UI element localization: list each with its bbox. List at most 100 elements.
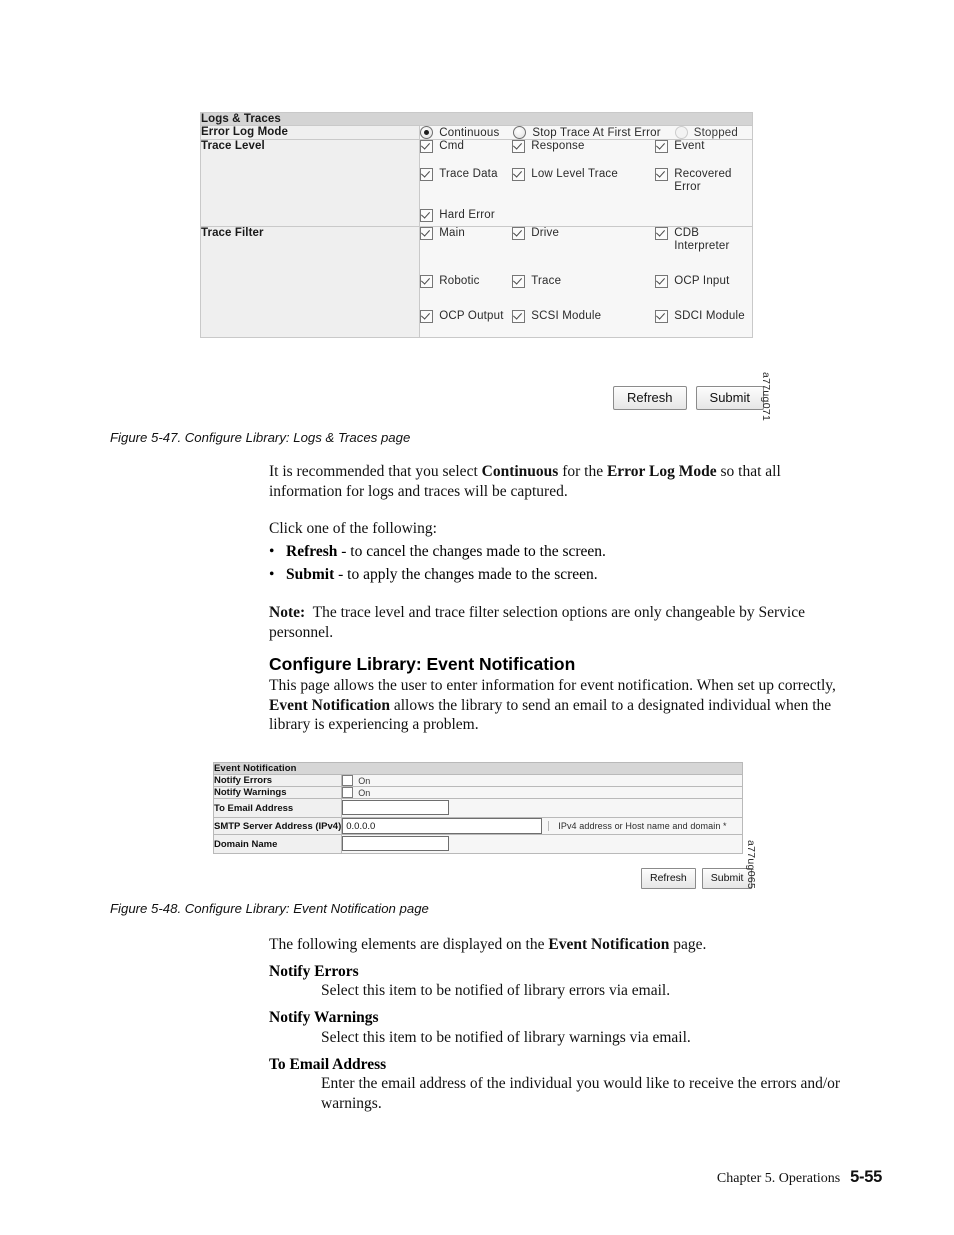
checkbox-item-sdci-module[interactable]: SDCI Module: [655, 310, 752, 323]
checkbox-item-recovered-error[interactable]: Recovered Error: [655, 168, 752, 194]
checkbox-item-low-level-trace[interactable]: Low Level Trace: [512, 168, 655, 194]
error-log-mode-field: Continuous Stop Trace At First Error Sto…: [419, 125, 753, 140]
checkbox-event-label: Event: [674, 140, 705, 152]
bullet-marker: •: [269, 566, 275, 583]
para-recommend-part2: for the: [558, 463, 607, 480]
panel-title: Logs & Traces: [200, 112, 753, 126]
panel-title: Event Notification: [213, 762, 743, 775]
checkbox-notify-warnings[interactable]: [342, 787, 354, 798]
checkbox-event[interactable]: [655, 140, 669, 153]
section-heading-event-notification: Configure Library: Event Notification: [269, 654, 576, 674]
bullet-item-refresh: • Refresh - to cancel the changes made to…: [269, 542, 606, 562]
checkbox-item-drive[interactable]: Drive: [512, 227, 655, 253]
checkbox-response-label: Response: [531, 140, 585, 152]
radio-stop-trace-at-first-error-label: Stop Trace At First Error: [532, 126, 661, 139]
submit-button-logs-traces[interactable]: Submit: [695, 386, 764, 410]
checkbox-trace-data[interactable]: [420, 168, 434, 181]
checkbox-ocp-output-label: OCP Output: [439, 310, 504, 322]
checkbox-main-label: Main: [439, 227, 465, 239]
definition-term-notify-errors: Notify Errors: [269, 963, 359, 980]
refresh-button-event-notification[interactable]: Refresh: [641, 868, 696, 889]
error-log-mode-radio-group: Continuous Stop Trace At First Error Sto…: [420, 126, 752, 139]
checkbox-low-level-trace[interactable]: [512, 168, 526, 181]
checkbox-response[interactable]: [512, 140, 526, 153]
definition-term-notify-warnings: Notify Warnings: [269, 1009, 379, 1026]
checkbox-cdb-interpreter[interactable]: [655, 227, 669, 240]
checkbox-scsi-module[interactable]: [512, 310, 526, 323]
definition-desc-to-email-address: Enter the email address of the individua…: [321, 1075, 841, 1112]
trace-level-label: Trace Level: [199, 139, 421, 227]
checkbox-item-cdb-interpreter[interactable]: CDB Interpreter: [655, 227, 752, 253]
elements-intro-bold: Event Notification: [548, 936, 670, 953]
figure-side-code-event-notification: a77ug065: [745, 840, 757, 890]
checkbox-ocp-input-label: OCP Input: [674, 275, 730, 287]
bullet-item-submit: • Submit - to apply the changes made to t…: [269, 565, 598, 585]
notify-warnings-checkbox-wrap[interactable]: On: [342, 787, 742, 798]
radio-continuous[interactable]: [420, 126, 434, 139]
checkbox-item-trace[interactable]: Trace: [512, 275, 655, 288]
checkbox-item-main[interactable]: Main: [420, 227, 512, 253]
checkbox-ocp-output[interactable]: [420, 310, 434, 323]
checkbox-item-event[interactable]: Event: [655, 140, 752, 153]
bullet-marker: •: [269, 543, 275, 560]
checkbox-item-trace-data[interactable]: Trace Data: [420, 168, 512, 194]
para-event-part1: This page allows the user to enter infor…: [269, 677, 836, 694]
smtp-server-address-input[interactable]: [342, 818, 543, 834]
logs-traces-title-row: Logs & Traces: [200, 112, 753, 126]
checkbox-notify-errors[interactable]: [342, 775, 354, 786]
checkbox-cmd[interactable]: [420, 140, 434, 153]
definition-desc-notify-warnings: Select this item to be notified of libra…: [321, 1029, 691, 1046]
paragraph-click-one: Click one of the following:: [269, 520, 437, 537]
figure-side-code-logs-traces: a77ug071: [760, 372, 772, 422]
checkbox-main[interactable]: [420, 227, 434, 240]
notify-errors-checkbox-wrap[interactable]: On: [342, 775, 742, 786]
radio-continuous-label: Continuous: [439, 126, 500, 139]
notify-warnings-field: On: [341, 786, 743, 799]
note-block: Note: The trace level and trace filter s…: [269, 603, 849, 642]
checkbox-hard-error[interactable]: [420, 209, 434, 222]
notify-errors-field: On: [341, 774, 743, 787]
smtp-server-address-field: IPv4 address or Host name and domain *: [341, 817, 743, 835]
para-recommend-part1: It is recommended that you select: [269, 463, 482, 480]
checkbox-sdci-module[interactable]: [655, 310, 669, 323]
trace-level-checkbox-grid: Cmd Response Event Trace Data Low Level …: [420, 140, 752, 222]
row-trace-level: Trace Level Cmd Response Event Trace Dat…: [199, 139, 753, 227]
checkbox-item-response[interactable]: Response: [512, 140, 655, 153]
spacer-cell: [512, 209, 655, 222]
checkbox-item-ocp-output[interactable]: OCP Output: [420, 310, 512, 323]
checkbox-item-ocp-input[interactable]: OCP Input: [655, 275, 752, 288]
checkbox-robotic[interactable]: [420, 275, 434, 288]
checkbox-ocp-input[interactable]: [655, 275, 669, 288]
radio-stop-trace-at-first-error[interactable]: [513, 126, 527, 139]
radio-stopped[interactable]: [674, 126, 688, 139]
checkbox-low-level-trace-label: Low Level Trace: [531, 168, 618, 180]
domain-name-field: [341, 834, 743, 854]
footer-chapter: Chapter 5. Operations: [716, 1171, 841, 1186]
refresh-button-logs-traces[interactable]: Refresh: [613, 386, 687, 410]
checkbox-item-cmd[interactable]: Cmd: [420, 140, 512, 153]
checkbox-trace[interactable]: [512, 275, 526, 288]
screenshot-event-notification: Event Notification Notify Errors On Noti…: [212, 762, 743, 854]
smtp-server-address-hint: IPv4 address or Host name and domain *: [548, 821, 727, 831]
page-footer: Chapter 5. Operations 5-55: [717, 1168, 882, 1187]
checkbox-drive-label: Drive: [531, 227, 560, 239]
smtp-row-wrap: IPv4 address or Host name and domain *: [342, 818, 742, 834]
notify-errors-label: Notify Errors: [212, 774, 343, 787]
screenshot-logs-traces: Logs & Traces Error Log Mode Continuous …: [199, 112, 753, 338]
checkbox-notify-errors-label: On: [358, 775, 371, 786]
checkbox-item-robotic[interactable]: Robotic: [420, 275, 512, 288]
checkbox-robotic-label: Robotic: [439, 275, 480, 287]
checkbox-drive[interactable]: [512, 227, 526, 240]
figure-caption-5-48: Figure 5-48. Configure Library: Event No…: [110, 901, 429, 916]
checkbox-recovered-error[interactable]: [655, 168, 669, 181]
paragraph-event-notification: This page allows the user to enter infor…: [269, 676, 851, 735]
note-text: The trace level and trace filter selecti…: [269, 604, 805, 641]
to-email-address-input[interactable]: [342, 800, 450, 816]
checkbox-item-scsi-module[interactable]: SCSI Module: [512, 310, 655, 323]
definition-term-to-email-address: To Email Address: [269, 1056, 387, 1073]
checkbox-item-hard-error[interactable]: Hard Error: [420, 209, 512, 222]
bullet-submit-bold: Submit: [286, 566, 335, 583]
row-trace-filter: Trace Filter Main Drive CDB Interpreter …: [199, 226, 753, 338]
domain-name-input[interactable]: [342, 836, 450, 852]
checkbox-trace-data-label: Trace Data: [439, 168, 498, 180]
